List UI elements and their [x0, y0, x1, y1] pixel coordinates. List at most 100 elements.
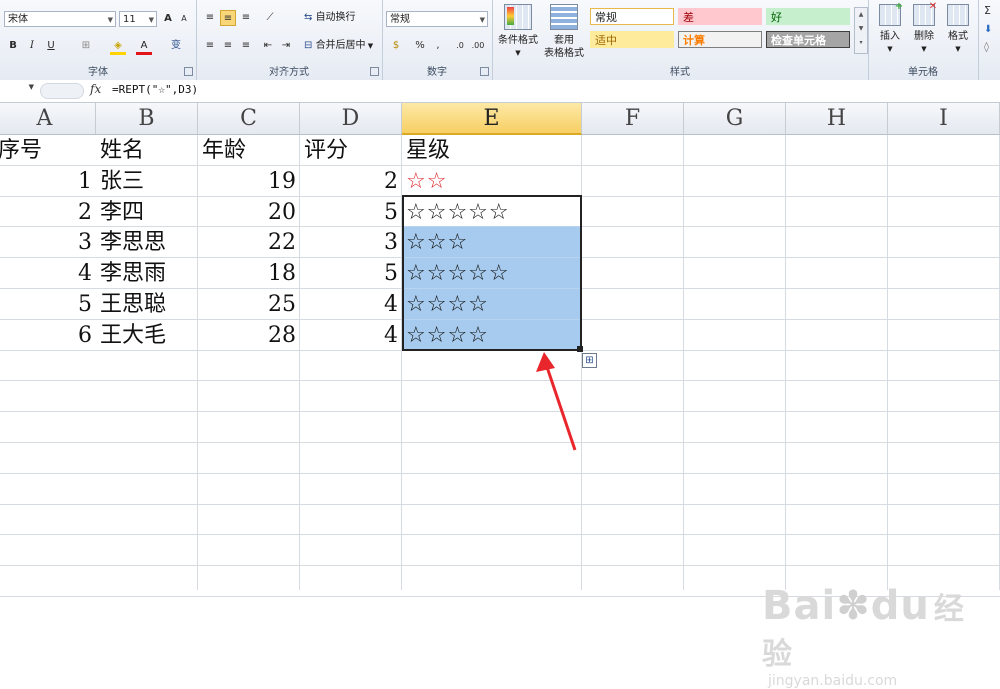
cell-e1[interactable]: 星级 — [402, 135, 582, 165]
font-name-select[interactable]: 宋体 ▼ — [4, 11, 116, 27]
delete-button[interactable]: 删除 ▼ — [906, 2, 942, 56]
align-left-icon[interactable]: ≡ — [202, 38, 218, 54]
border-icon[interactable]: ⊞ — [78, 38, 94, 54]
column-header-c[interactable]: C — [198, 103, 300, 135]
fill-color-icon[interactable]: ◈ — [110, 38, 126, 55]
underline-button[interactable]: U — [43, 38, 59, 54]
cell-a2[interactable]: 1 — [0, 166, 96, 196]
worksheet-grid[interactable]: ABCDEFGHI 序号 姓名 年龄 评分 星级 1 张三 19 2 ☆☆ 2 李四 20 5 ☆☆☆☆☆ 3… — [0, 103, 1000, 689]
cell-d3[interactable]: 5 — [300, 197, 402, 227]
selection-range[interactable] — [402, 195, 582, 351]
dialog-launcher-icon[interactable] — [184, 67, 193, 76]
cell-c2[interactable]: 19 — [198, 166, 300, 196]
column-header-h[interactable]: H — [786, 103, 888, 135]
italic-button[interactable]: I — [24, 38, 40, 54]
align-center-icon[interactable]: ≡ — [220, 38, 236, 54]
column-header-g[interactable]: G — [684, 103, 786, 135]
align-right-icon[interactable]: ≡ — [238, 38, 254, 54]
cell-style-4[interactable]: 计算 — [678, 31, 762, 48]
formula-text: =REPT("☆",D3) — [112, 83, 199, 96]
cell-d4[interactable]: 3 — [300, 227, 402, 257]
underline-label: U — [47, 40, 55, 51]
merge-center-button[interactable]: ⊟ 合并后居中 ▼ — [304, 39, 373, 53]
phonetic-button[interactable]: 变 — [168, 38, 184, 54]
insert-button[interactable]: 插入 ▼ — [872, 2, 908, 56]
cell-style-1[interactable]: 差 — [678, 8, 762, 25]
cell-style-2[interactable]: 好 — [766, 8, 850, 25]
cell-b1[interactable]: 姓名 — [96, 135, 198, 165]
cell-style-0[interactable]: 常规 — [590, 8, 674, 25]
formula-bar-resize-handle[interactable] — [40, 83, 84, 99]
cell-a7[interactable]: 6 — [0, 320, 96, 350]
grid-hline — [0, 442, 1000, 443]
percent-button[interactable]: % — [412, 38, 428, 54]
cell-b4[interactable]: 李思思 — [96, 227, 198, 257]
grid-vline — [683, 135, 684, 590]
column-header-f[interactable]: F — [582, 103, 684, 135]
column-header-i[interactable]: I — [888, 103, 1000, 135]
insert-function-icon[interactable]: fx — [90, 82, 101, 96]
cell-c6[interactable]: 25 — [198, 289, 300, 319]
cell-d6[interactable]: 4 — [300, 289, 402, 319]
cell-b3[interactable]: 李四 — [96, 197, 198, 227]
cell-a6[interactable]: 5 — [0, 289, 96, 319]
cell-b7[interactable]: 王大毛 — [96, 320, 198, 350]
cell-d1[interactable]: 评分 — [300, 135, 402, 165]
cell-c4[interactable]: 22 — [198, 227, 300, 257]
format-button[interactable]: 格式 ▼ — [940, 4, 976, 56]
comma-button[interactable]: , — [430, 38, 446, 54]
align-bottom-icon[interactable]: ≡ — [238, 10, 254, 26]
cell-b6[interactable]: 王思聪 — [96, 289, 198, 319]
dialog-launcher-icon[interactable] — [480, 67, 489, 76]
table-format-button[interactable]: 套用 表格格式 — [540, 4, 588, 60]
delete-label: 删除 — [914, 31, 934, 42]
decrease-decimal-icon[interactable]: .00 — [470, 38, 486, 54]
decrease-indent-icon[interactable]: ⇤ — [260, 38, 276, 54]
cell-d7[interactable]: 4 — [300, 320, 402, 350]
dialog-launcher-icon[interactable] — [370, 67, 379, 76]
cell-a4[interactable]: 3 — [0, 227, 96, 257]
number-format-select[interactable]: 常规 ▼ — [386, 11, 488, 27]
autosum-icon[interactable]: Σ — [984, 4, 991, 17]
cell-d5[interactable]: 5 — [300, 258, 402, 288]
cell-c3[interactable]: 20 — [198, 197, 300, 227]
align-top-icon[interactable]: ≡ — [202, 10, 218, 26]
cell-style-5[interactable]: 检查单元格 — [766, 31, 850, 48]
column-header-b[interactable]: B — [96, 103, 198, 135]
cell-b2[interactable]: 张三 — [96, 166, 198, 196]
column-header-e[interactable]: E — [402, 103, 582, 135]
align-middle-icon[interactable]: ≡ — [220, 10, 236, 26]
clear-icon[interactable]: ◊ — [984, 42, 989, 53]
bold-button[interactable]: B — [5, 38, 21, 54]
cells-group-label: 单元格 — [908, 67, 938, 78]
font-size-select[interactable]: 11 ▼ — [119, 11, 157, 27]
format-cells-icon — [947, 4, 969, 26]
cell-b5[interactable]: 李思雨 — [96, 258, 198, 288]
fill-icon[interactable]: ⬇ — [984, 24, 992, 35]
column-header-a[interactable]: A — [0, 103, 96, 135]
wrap-text-button[interactable]: ⇆ 自动换行 — [304, 11, 356, 25]
grow-font-button[interactable]: A — [160, 11, 176, 27]
cell-a3[interactable]: 2 — [0, 197, 96, 227]
cell-c7[interactable]: 28 — [198, 320, 300, 350]
cell-c1[interactable]: 年龄 — [198, 135, 300, 165]
currency-icon[interactable]: $ — [388, 38, 404, 54]
phonetic-label: 变 — [171, 40, 181, 51]
cell-a1[interactable]: 序号 — [0, 135, 96, 165]
column-header-d[interactable]: D — [300, 103, 402, 135]
cell-e2[interactable]: ☆☆ — [402, 166, 582, 196]
shrink-font-button[interactable]: A — [176, 11, 192, 27]
cell-d2[interactable]: 2 — [300, 166, 402, 196]
increase-indent-icon[interactable]: ⇥ — [278, 38, 294, 54]
font-color-button[interactable]: A — [136, 38, 152, 55]
name-box[interactable]: ▼ — [0, 82, 36, 98]
increase-decimal-icon[interactable]: .0 — [452, 38, 468, 54]
formula-input[interactable]: =REPT("☆",D3) — [112, 83, 198, 96]
gallery-scroll[interactable]: ▲ ▼ ▾ — [854, 7, 868, 54]
cell-style-3[interactable]: 适中 — [590, 31, 674, 48]
cell-c5[interactable]: 18 — [198, 258, 300, 288]
grid-vline — [887, 135, 888, 590]
conditional-format-button[interactable]: 条件格式 ▼ — [494, 4, 542, 60]
orientation-icon[interactable]: ⟋ — [262, 10, 278, 26]
cell-a5[interactable]: 4 — [0, 258, 96, 288]
